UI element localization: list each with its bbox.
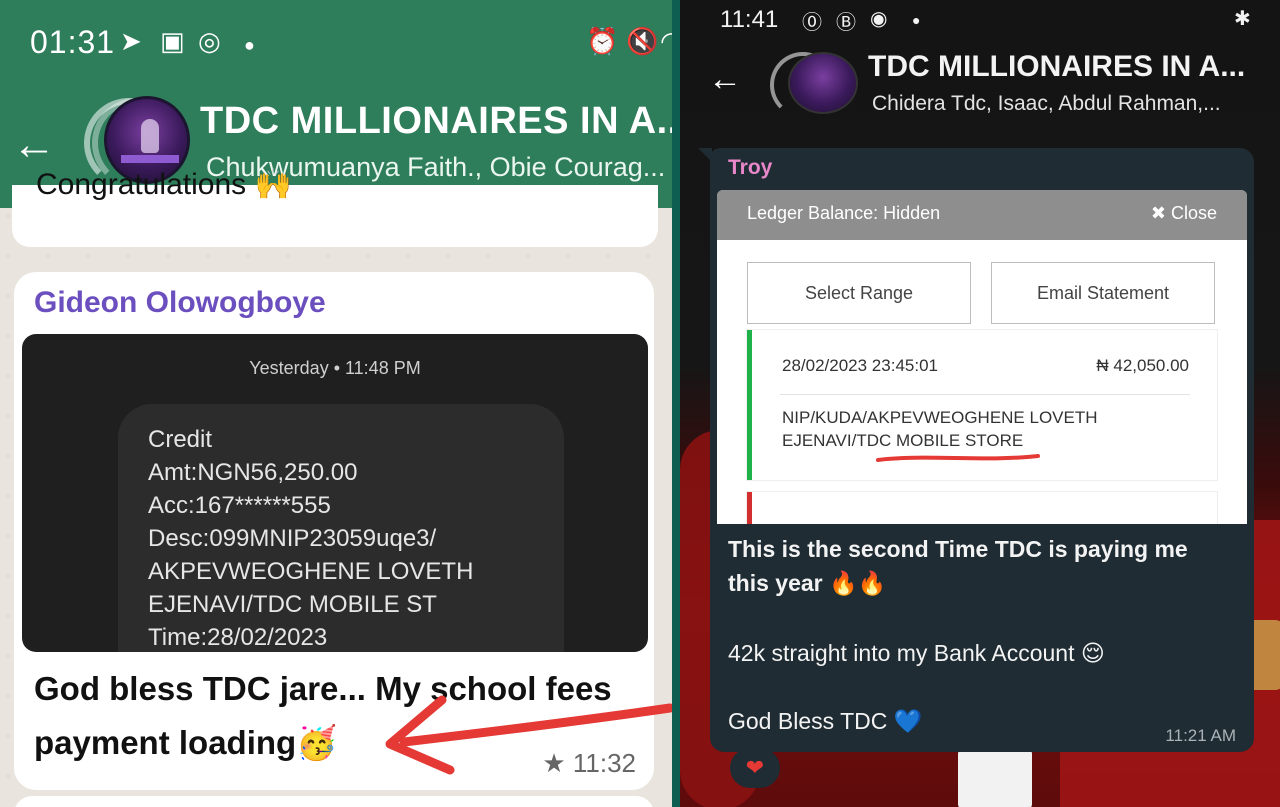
message-bubble[interactable]: Troy Ledger Balance: Hidden ✖ Close Sele… bbox=[698, 148, 1254, 752]
heart-reaction-icon[interactable]: ❤ bbox=[730, 748, 780, 788]
right-screenshot-panel: 11:41 ⓪ Ⓑ ◉ ● ✱ ← TDC MILLIONAIRES IN A.… bbox=[680, 0, 1280, 807]
attached-image[interactable]: Yesterday • 11:48 PM Credit Amt:NGN56,25… bbox=[22, 334, 648, 652]
bluetooth-icon: ✱ bbox=[1234, 8, 1251, 30]
notification-icon: Ⓑ bbox=[836, 12, 856, 34]
wallpaper-logo-icon bbox=[958, 748, 1032, 807]
transaction-amount: ₦ 42,050.00 bbox=[1096, 356, 1189, 375]
screenshot-timestamp: Yesterday • 11:48 PM bbox=[249, 358, 421, 378]
back-arrow-icon[interactable]: ← bbox=[12, 120, 56, 170]
left-screenshot-panel: 01:31 ➤ ▣ ◎ ● ⏰ 🔇 ◠ ← TDC MILLIONAIRES I… bbox=[0, 0, 672, 807]
message-time: 11:21 AM bbox=[1165, 726, 1236, 745]
status-bar: 11:41 ⓪ Ⓑ ◉ ● ✱ bbox=[680, 0, 1280, 46]
sms-line: Credit bbox=[148, 426, 213, 453]
bubble-tail bbox=[698, 148, 712, 162]
statement-bar: Ledger Balance: Hidden ✖ Close bbox=[717, 190, 1247, 240]
email-statement-button: Email Statement bbox=[991, 262, 1215, 324]
message-text-line: payment loading🥳 bbox=[34, 724, 338, 761]
row-divider bbox=[780, 394, 1190, 395]
telegram-icon: ➤ bbox=[120, 26, 142, 56]
next-message-bubble bbox=[14, 796, 654, 807]
red-underline-annotation-icon bbox=[876, 454, 1040, 462]
dot-icon: ● bbox=[244, 35, 255, 55]
sms-line: EJENAVI/TDC MOBILE ST bbox=[148, 591, 437, 618]
select-range-button: Select Range bbox=[747, 262, 971, 324]
sms-line: Desc:099MNIP23059uqe3/ bbox=[148, 525, 437, 552]
transaction-narration: NIP/KUDA/AKPEVWEOGHENE LOVETH bbox=[782, 408, 1098, 427]
sms-line: Time:28/02/2023 bbox=[148, 624, 328, 651]
transaction-row: 28/02/2023 23:45:01 ₦ 42,050.00 NIP/KUDA… bbox=[747, 330, 1217, 480]
avatar-banner-icon bbox=[121, 155, 179, 163]
message-sender[interactable]: Troy bbox=[728, 156, 772, 180]
group-title[interactable]: TDC MILLIONAIRES IN A... bbox=[868, 50, 1245, 84]
sms-line: Amt:NGN56,250.00 bbox=[148, 459, 358, 486]
notification-icon: ◉ bbox=[870, 8, 888, 30]
chat-header: ← TDC MILLIONAIRES IN A... Chidera Tdc, … bbox=[680, 46, 1280, 132]
transaction-row bbox=[747, 492, 1217, 524]
panel-divider bbox=[672, 0, 680, 807]
message-text-line: this year 🔥🔥 bbox=[728, 570, 887, 596]
sms-line: AKPEVWEOGHENE LOVETH bbox=[148, 558, 474, 585]
alarm-icon: ⏰ bbox=[586, 26, 619, 56]
sms-line: Acc:167******555 bbox=[148, 492, 331, 519]
transaction-date: 28/02/2023 23:45:01 bbox=[782, 356, 938, 375]
sync-icon: ◎ bbox=[198, 26, 221, 56]
group-avatar[interactable] bbox=[788, 52, 858, 114]
notification-icon: ⓪ bbox=[802, 12, 822, 34]
ledger-balance-label: Ledger Balance: Hidden bbox=[747, 203, 941, 223]
dot-icon: ● bbox=[912, 12, 921, 28]
message-text-line: God Bless TDC 💙 bbox=[728, 708, 923, 734]
red-arrow-annotation-icon bbox=[385, 695, 672, 775]
group-members[interactable]: Chidera Tdc, Isaac, Abdul Rahman,... bbox=[872, 92, 1221, 116]
mute-icon: 🔇 bbox=[626, 26, 659, 56]
message-text-line: 42k straight into my Bank Account 😌 bbox=[728, 640, 1105, 666]
close-label: ✖ Close bbox=[1150, 203, 1217, 223]
status-time: 01:31 bbox=[30, 24, 116, 60]
status-bar: 01:31 ➤ ▣ ◎ ● ⏰ 🔇 ◠ bbox=[0, 0, 672, 92]
previous-message-text: Congratulations 🙌 bbox=[36, 168, 292, 201]
previous-message-bubble: Congratulations 🙌 bbox=[12, 168, 658, 247]
wifi-icon: ◠ bbox=[660, 26, 672, 56]
transaction-narration: EJENAVI/TDC MOBILE STORE bbox=[782, 431, 1024, 450]
group-title[interactable]: TDC MILLIONAIRES IN A... bbox=[200, 100, 672, 143]
attached-image[interactable]: Ledger Balance: Hidden ✖ Close Select Ra… bbox=[717, 190, 1247, 524]
avatar-figure-icon bbox=[141, 119, 159, 153]
gallery-icon: ▣ bbox=[160, 26, 185, 56]
status-time: 11:41 bbox=[720, 6, 779, 33]
message-text-line: This is the second Time TDC is paying me bbox=[728, 536, 1188, 562]
back-arrow-icon[interactable]: ← bbox=[708, 60, 742, 99]
message-sender[interactable]: Gideon Olowogboye bbox=[34, 286, 326, 320]
